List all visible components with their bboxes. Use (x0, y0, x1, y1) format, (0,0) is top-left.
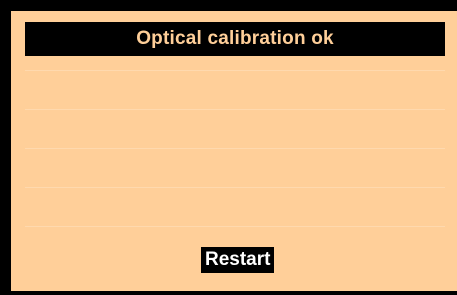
title-bar: Optical calibration ok (25, 22, 445, 56)
divider-line (25, 226, 445, 227)
divider-line (25, 70, 445, 71)
divider-line (25, 109, 445, 110)
divider-line (25, 187, 445, 188)
device-bezel: Optical calibration ok Restart (0, 0, 457, 295)
restart-button-label: Restart (205, 249, 271, 270)
display-screen: Optical calibration ok Restart (11, 11, 457, 291)
restart-button[interactable]: Restart (201, 247, 275, 273)
screen-title: Optical calibration ok (136, 28, 334, 49)
divider-line (25, 148, 445, 149)
